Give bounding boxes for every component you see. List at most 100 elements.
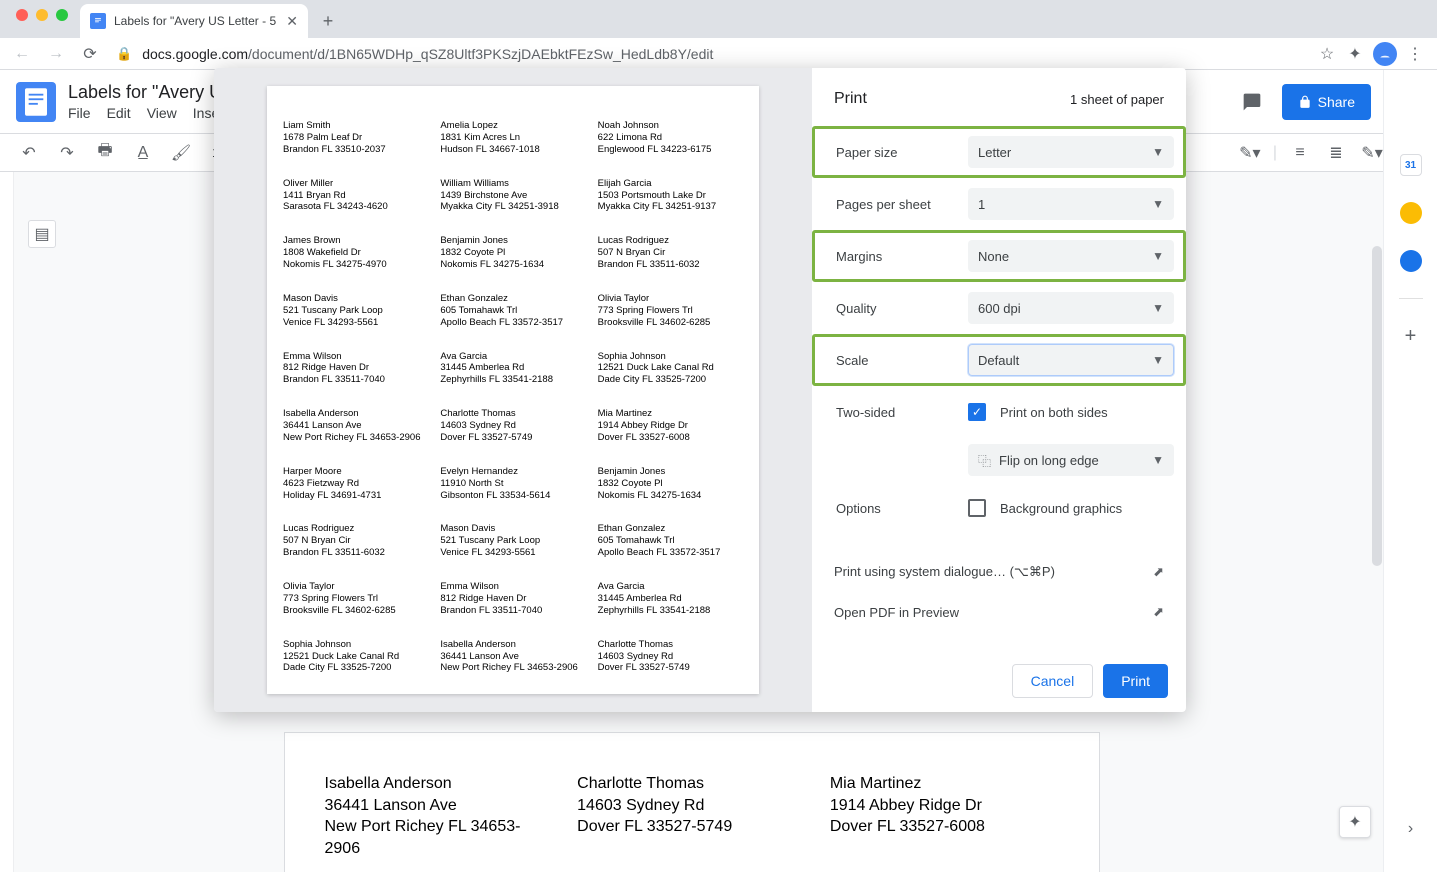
align-icon[interactable]: ≡ bbox=[1287, 140, 1313, 166]
margins-row: Margins None ▼ bbox=[812, 230, 1186, 282]
forward-button[interactable]: → bbox=[42, 40, 70, 68]
pages-per-sheet-label: Pages per sheet bbox=[822, 197, 968, 212]
vertical-scrollbar[interactable] bbox=[1371, 246, 1383, 766]
calendar-day: 31 bbox=[1405, 160, 1416, 171]
url-field[interactable]: docs.google.com/document/d/1BN65WDHp_qSZ… bbox=[142, 46, 1311, 62]
margins-select[interactable]: None ▼ bbox=[968, 240, 1174, 272]
menu-edit[interactable]: Edit bbox=[107, 105, 131, 121]
system-dialog-link[interactable]: Print using system dialogue… (⌥⌘P) ⬈ bbox=[812, 552, 1186, 592]
browser-tab[interactable]: Labels for "Avery US Letter - 5 ✕ bbox=[80, 4, 308, 38]
two-sided-checkbox[interactable]: ✓ bbox=[968, 403, 986, 421]
share-button[interactable]: Share bbox=[1282, 84, 1371, 120]
preview-label: Charlotte Thomas14603 Sydney RdDover FL … bbox=[440, 408, 585, 444]
new-tab-button[interactable]: + bbox=[314, 7, 342, 35]
undo-icon[interactable]: ↶ bbox=[16, 140, 42, 166]
kebab-menu-icon[interactable]: ⋮ bbox=[1405, 44, 1425, 64]
menu-view[interactable]: View bbox=[147, 105, 177, 121]
tab-close-icon[interactable]: ✕ bbox=[286, 13, 298, 30]
chevron-down-icon: ▼ bbox=[1152, 353, 1164, 367]
browser-chrome: Labels for "Avery US Letter - 5 ✕ + ← → … bbox=[0, 0, 1437, 70]
maximize-window-icon[interactable] bbox=[56, 9, 68, 21]
document-label[interactable]: Isabella Anderson36441 Lanson AveNew Por… bbox=[325, 773, 554, 859]
pages-per-sheet-value: 1 bbox=[978, 197, 985, 212]
editing-mode-icon[interactable]: ✎▾ bbox=[1237, 140, 1263, 166]
open-pdf-text: Open PDF in Preview bbox=[834, 605, 959, 620]
minimize-window-icon[interactable] bbox=[36, 9, 48, 21]
explore-button[interactable]: ✦ bbox=[1339, 806, 1371, 838]
document-page[interactable]: Isabella Anderson36441 Lanson AveNew Por… bbox=[284, 732, 1100, 872]
preview-label: Ava Garcia31445 Amberlea RdZephyrhills F… bbox=[598, 581, 743, 617]
preview-label: Oliver Miller1411 Bryan RdSarasota FL 34… bbox=[283, 178, 428, 214]
cancel-button[interactable]: Cancel bbox=[1012, 664, 1094, 698]
outline-toggle-icon[interactable]: ▤ bbox=[28, 220, 56, 248]
preview-label: William Williams1439 Birchstone AveMyakk… bbox=[440, 178, 585, 214]
menu-file[interactable]: File bbox=[68, 105, 91, 121]
extensions-icon[interactable]: ✦ bbox=[1345, 44, 1365, 64]
flip-select[interactable]: ⿻ Flip on long edge ▼ bbox=[968, 444, 1174, 476]
spellcheck-icon[interactable]: A̲ bbox=[130, 140, 156, 166]
lock-icon[interactable]: 🔒 bbox=[116, 46, 132, 62]
preview-label: Noah Johnson622 Limona RdEnglewood FL 34… bbox=[598, 120, 743, 156]
options-row: Options Background graphics bbox=[812, 482, 1186, 534]
preview-label: Mia Martinez1914 Abbey Ridge DrDover FL … bbox=[598, 408, 743, 444]
editing-pencil-icon[interactable]: ✎▾ bbox=[1359, 140, 1385, 166]
document-label[interactable]: Mia Martinez1914 Abbey Ridge DrDover FL … bbox=[830, 773, 1059, 859]
external-link-icon: ⬈ bbox=[1153, 604, 1164, 620]
preview-label: Harper Moore4623 Fietzway RdHoliday FL 3… bbox=[283, 466, 428, 502]
star-icon[interactable]: ☆ bbox=[1317, 44, 1337, 64]
document-label[interactable]: Charlotte Thomas14603 Sydney RdDover FL … bbox=[577, 773, 806, 859]
preview-label: Emma Wilson812 Ridge Haven DrBrandon FL … bbox=[283, 351, 428, 387]
preview-label: Evelyn Hernandez11910 North StGibsonton … bbox=[440, 466, 585, 502]
calendar-addon-icon[interactable]: 31 bbox=[1400, 154, 1422, 176]
paper-size-select[interactable]: Letter ▼ bbox=[968, 136, 1174, 168]
tab-strip: Labels for "Avery US Letter - 5 ✕ + bbox=[0, 0, 1437, 38]
collapse-side-panel-icon[interactable]: › bbox=[1408, 820, 1413, 838]
quality-select[interactable]: 600 dpi ▼ bbox=[968, 292, 1174, 324]
paint-format-icon[interactable]: 🖌 bbox=[168, 140, 194, 166]
two-sided-checkbox-label: Print on both sides bbox=[1000, 405, 1108, 420]
margins-value: None bbox=[978, 249, 1009, 264]
options-label: Options bbox=[822, 501, 968, 516]
paper-size-value: Letter bbox=[978, 145, 1011, 160]
print-preview-sheet: Liam Smith1678 Palm Leaf DrBrandon FL 33… bbox=[267, 86, 759, 694]
quality-row: Quality 600 dpi ▼ bbox=[812, 282, 1186, 334]
chevron-down-icon: ▼ bbox=[1152, 145, 1164, 159]
keep-addon-icon[interactable] bbox=[1400, 202, 1422, 224]
profile-avatar[interactable] bbox=[1373, 42, 1397, 66]
share-label: Share bbox=[1318, 94, 1355, 110]
scale-value: Default bbox=[978, 353, 1019, 368]
redo-icon[interactable]: ↷ bbox=[54, 140, 80, 166]
preview-label: Elijah Garcia1503 Portsmouth Lake DrMyak… bbox=[598, 178, 743, 214]
preview-label: Benjamin Jones1832 Coyote PlNokomis FL 3… bbox=[440, 235, 585, 271]
pages-per-sheet-row: Pages per sheet 1 ▼ bbox=[812, 178, 1186, 230]
pages-per-sheet-select[interactable]: 1 ▼ bbox=[968, 188, 1174, 220]
flip-row: ⿻ Flip on long edge ▼ bbox=[812, 438, 1186, 482]
open-pdf-link[interactable]: Open PDF in Preview ⬈ bbox=[812, 592, 1186, 632]
preview-label: Charlotte Thomas14603 Sydney RdDover FL … bbox=[598, 639, 743, 675]
docs-logo-icon[interactable] bbox=[16, 82, 56, 122]
print-dialog: Liam Smith1678 Palm Leaf DrBrandon FL 33… bbox=[214, 68, 1186, 712]
print-preview-pane[interactable]: Liam Smith1678 Palm Leaf DrBrandon FL 33… bbox=[214, 68, 812, 712]
margins-label: Margins bbox=[822, 249, 968, 264]
comments-icon[interactable] bbox=[1236, 86, 1268, 118]
tasks-addon-icon[interactable] bbox=[1400, 250, 1422, 272]
back-button[interactable]: ← bbox=[8, 40, 36, 68]
reload-button[interactable]: ⟳ bbox=[76, 40, 104, 68]
background-graphics-checkbox[interactable] bbox=[968, 499, 986, 517]
quality-value: 600 dpi bbox=[978, 301, 1021, 316]
print-dialog-footer: Cancel Print bbox=[812, 650, 1186, 712]
add-addon-icon[interactable]: + bbox=[1400, 325, 1422, 347]
window-controls[interactable] bbox=[8, 9, 80, 29]
scale-select[interactable]: Default ▼ bbox=[968, 344, 1174, 376]
preview-label: Mason Davis521 Tuscany Park LoopVenice F… bbox=[440, 523, 585, 559]
preview-label: Emma Wilson812 Ridge Haven DrBrandon FL … bbox=[440, 581, 585, 617]
external-link-icon: ⬈ bbox=[1153, 564, 1164, 580]
line-spacing-icon[interactable]: ≣ bbox=[1323, 140, 1349, 166]
paper-size-row: Paper size Letter ▼ bbox=[812, 126, 1186, 178]
print-button[interactable]: Print bbox=[1103, 664, 1168, 698]
close-window-icon[interactable] bbox=[16, 9, 28, 21]
preview-label: Amelia Lopez1831 Kim Acres LnHudson FL 3… bbox=[440, 120, 585, 156]
preview-label: Olivia Taylor773 Spring Flowers TrlBrook… bbox=[598, 293, 743, 329]
scale-row: Scale Default ▼ bbox=[812, 334, 1186, 386]
print-icon[interactable]: 🖶 bbox=[92, 140, 118, 166]
